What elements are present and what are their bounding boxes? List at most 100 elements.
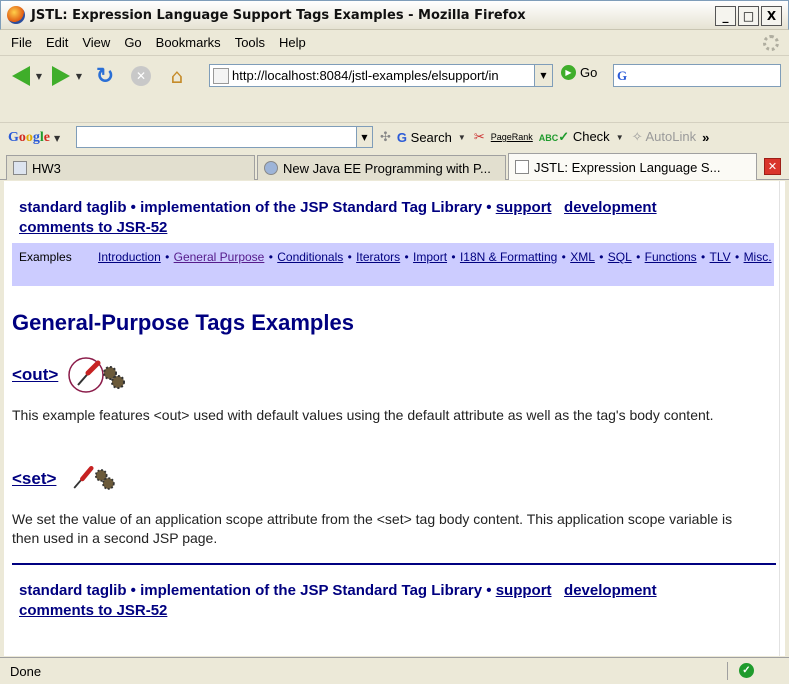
url-bar[interactable]: http://localhost:8084/jstl-examples/elsu…	[209, 64, 553, 87]
bottom-header: standard taglib • implementation of the …	[19, 581, 657, 621]
forward-icon[interactable]	[48, 62, 74, 90]
nav-introduction[interactable]: Introduction	[98, 250, 161, 264]
nav-tlv[interactable]: TLV	[710, 250, 731, 264]
support-link[interactable]: support	[496, 199, 552, 216]
header-text: standard taglib • implementation of the …	[19, 199, 496, 216]
search-engine-icon[interactable]: G	[617, 68, 635, 84]
set-tag-link[interactable]: <set>	[12, 469, 56, 489]
divider	[12, 563, 776, 565]
back-icon[interactable]	[8, 62, 34, 90]
tab-label: New Java EE Programming with P...	[283, 160, 491, 176]
url-text[interactable]: http://localhost:8084/jstl-examples/elsu…	[232, 68, 532, 83]
spellcheck-icon: ABC	[538, 133, 559, 143]
pagerank-icon[interactable]: PageRank	[491, 132, 533, 142]
menu-help[interactable]: Help	[272, 35, 313, 50]
go-arrow-icon: ▶	[561, 65, 576, 80]
page-title: General-Purpose Tags Examples	[12, 310, 354, 335]
examples-label: Examples	[19, 250, 72, 264]
google-search-button[interactable]: G Search	[397, 130, 452, 145]
tab-hw3[interactable]: HW3	[6, 155, 255, 180]
tab-strip: HW3 New Java EE Programming with P... JS…	[0, 153, 789, 180]
window-title: JSTL: Expression Language Support Tags E…	[31, 7, 526, 23]
url-dropdown-icon[interactable]: ▼	[534, 65, 552, 86]
stop-icon[interactable]	[128, 62, 154, 90]
page-favicon-icon	[213, 67, 229, 84]
status-bar: Done ✓	[0, 657, 789, 684]
home-icon[interactable]: ⌂	[164, 62, 190, 90]
pushpin-gear-icon[interactable]	[66, 355, 130, 395]
out-tag-link[interactable]: <out>	[12, 365, 58, 385]
out-description: This example features <out> used with de…	[12, 407, 714, 423]
nav-conditionals[interactable]: Conditionals	[277, 250, 343, 264]
set-description: We set the value of an application scope…	[12, 511, 733, 546]
highlight-icon[interactable]: ✣	[380, 129, 391, 145]
go-button[interactable]: ▶ Go	[561, 65, 597, 80]
nav-iterators[interactable]: Iterators	[356, 250, 400, 264]
autolink-button[interactable]: ✧ AutoLink	[632, 129, 696, 145]
status-text: Done	[10, 663, 42, 679]
tab-page-icon	[515, 160, 529, 174]
status-ok-icon[interactable]: ✓	[739, 663, 754, 678]
throbber-icon	[763, 35, 779, 51]
spellcheck-button[interactable]: ABC✓ Check	[539, 129, 610, 145]
menu-go[interactable]: Go	[117, 35, 148, 50]
tab-label: JSTL: Expression Language S...	[534, 159, 721, 175]
nav-import[interactable]: Import	[413, 250, 447, 264]
out-section-heading: <out>	[12, 355, 130, 395]
nav-i18n[interactable]: I18N & Formatting	[460, 250, 557, 264]
go-label: Go	[580, 65, 598, 80]
menu-edit[interactable]: Edit	[39, 35, 75, 50]
footer-comments-link[interactable]: comments to JSR-52	[19, 602, 167, 619]
nav-sql[interactable]: SQL	[608, 250, 632, 264]
vertical-scrollbar[interactable]	[779, 181, 785, 656]
nav-misc[interactable]: Misc.	[744, 250, 772, 264]
google-tools: ✣ G Search ▼ ✂ PageRank ABC✓ Check ▼ ✧ A…	[380, 129, 709, 145]
google-search-input[interactable]: ▼	[76, 126, 373, 148]
more-tools-button[interactable]: »	[702, 130, 709, 145]
maximize-button[interactable]: □	[738, 6, 759, 26]
google-search-dropdown-icon[interactable]: ▼	[356, 127, 372, 147]
popup-blocker-icon[interactable]: ✂	[474, 129, 485, 145]
page-content: standard taglib • implementation of the …	[4, 181, 779, 656]
firefox-icon	[7, 6, 25, 24]
bookmarks-toolbar	[0, 95, 789, 123]
window-controls: _ □ X	[715, 6, 782, 26]
footer-text: standard taglib • implementation of the …	[19, 582, 496, 599]
close-window-button[interactable]: X	[761, 6, 782, 26]
menu-tools[interactable]: Tools	[228, 35, 272, 50]
footer-support-link[interactable]: support	[496, 582, 552, 599]
menu-view[interactable]: View	[75, 35, 117, 50]
comments-link[interactable]: comments to JSR-52	[19, 219, 167, 236]
google-toolbar: Google ▼ ▼ ✣ G Search ▼ ✂ PageRank ABC✓ …	[0, 124, 789, 152]
tab-jstl[interactable]: JSTL: Expression Language S...	[508, 153, 757, 180]
title-bar: JSTL: Expression Language Support Tags E…	[0, 0, 789, 30]
check-dropdown-icon[interactable]: ▼	[616, 133, 626, 142]
tab-page-icon	[13, 161, 27, 175]
nav-general-purpose[interactable]: General Purpose	[174, 250, 265, 264]
tab-page-icon	[264, 161, 278, 175]
tab-java-ee[interactable]: New Java EE Programming with P...	[257, 155, 506, 180]
status-divider	[727, 662, 728, 680]
forward-dropdown-icon[interactable]: ▼	[74, 62, 84, 90]
minimize-button[interactable]: _	[715, 6, 736, 26]
navigation-toolbar: ▼ ▼ ↻ ⌂ http://localhost:8084/jstl-examp…	[0, 57, 789, 95]
google-logo[interactable]: Google	[8, 130, 50, 146]
google-menu-dropdown-icon[interactable]: ▼	[54, 134, 60, 143]
close-tab-icon[interactable]: ✕	[764, 158, 781, 175]
footer-development-link[interactable]: development	[564, 582, 657, 599]
examples-nav: Examples Introduction • General Purpose …	[12, 243, 774, 286]
menu-bar: File Edit View Go Bookmarks Tools Help	[0, 30, 789, 56]
menu-bookmarks[interactable]: Bookmarks	[149, 35, 228, 50]
tab-label: HW3	[32, 160, 61, 176]
search-options-dropdown-icon[interactable]: ▼	[458, 133, 468, 142]
top-header: standard taglib • implementation of the …	[19, 198, 657, 238]
set-section-heading: <set>	[12, 461, 124, 497]
back-dropdown-icon[interactable]: ▼	[34, 62, 44, 90]
pushpin-gear-icon[interactable]	[64, 461, 124, 497]
nav-functions[interactable]: Functions	[645, 250, 697, 264]
nav-xml[interactable]: XML	[570, 250, 595, 264]
reload-icon[interactable]: ↻	[92, 62, 118, 90]
development-link[interactable]: development	[564, 199, 657, 216]
menu-file[interactable]: File	[4, 35, 39, 50]
search-box[interactable]: G	[613, 64, 781, 87]
